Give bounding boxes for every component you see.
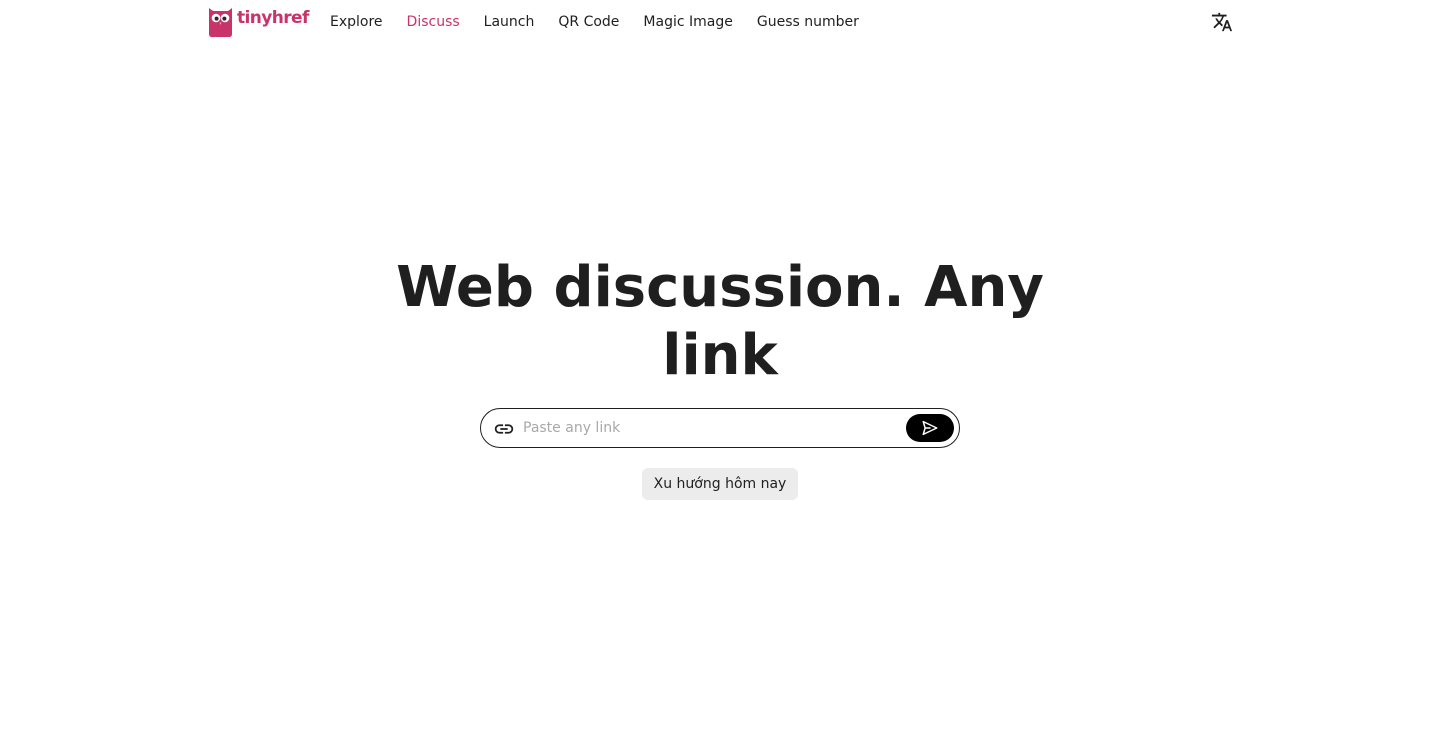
send-button[interactable] <box>906 414 954 442</box>
brand-name: tinyhref <box>237 8 309 28</box>
nav-launch[interactable]: Launch <box>484 13 535 31</box>
link-search-box <box>480 408 960 448</box>
trending-today-button[interactable]: Xu hướng hôm nay <box>642 468 798 500</box>
nav-guess-number[interactable]: Guess number <box>757 13 859 31</box>
top-navigation-bar: tinyhref Explore Discuss Launch QR Code … <box>0 0 1440 44</box>
translate-icon <box>1211 12 1233 32</box>
send-icon <box>922 420 938 436</box>
language-button[interactable] <box>1211 11 1233 33</box>
link-input[interactable] <box>523 416 903 440</box>
hero-title: Web discussion. Any link <box>396 255 1044 388</box>
nav-magic-image[interactable]: Magic Image <box>643 13 732 31</box>
link-icon <box>494 424 514 434</box>
nav-qr-code[interactable]: QR Code <box>558 13 619 31</box>
brand-logo[interactable]: tinyhref <box>208 5 309 37</box>
nav-explore[interactable]: Explore <box>330 13 383 31</box>
owl-logo-icon <box>209 8 232 37</box>
main-nav: Explore Discuss Launch QR Code Magic Ima… <box>330 13 883 31</box>
nav-discuss[interactable]: Discuss <box>407 13 460 31</box>
